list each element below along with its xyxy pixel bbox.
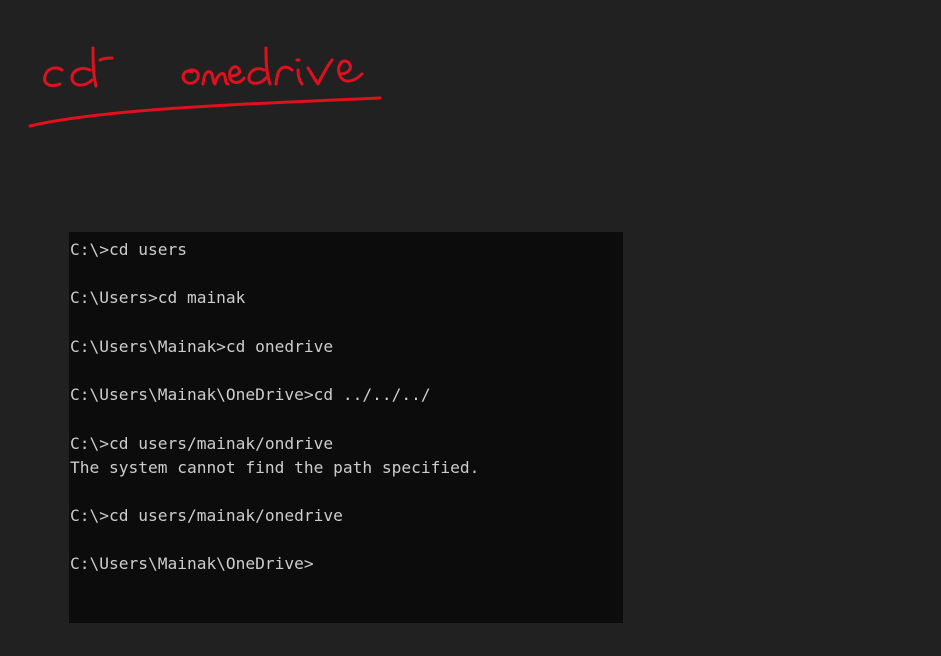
terminal-line: C:\>cd users/mainak/onedrive xyxy=(70,506,343,526)
terminal-line: C:\>cd users xyxy=(70,240,187,259)
handwritten-annotation xyxy=(28,46,382,128)
terminal-line: C:\Users>cd mainak xyxy=(70,288,246,308)
command-prompt-window[interactable]: C:\>cd users C:\Users>cd mainak C:\Users… xyxy=(69,232,623,623)
terminal-prompt-line[interactable]: C:\Users\Mainak\OneDrive> xyxy=(70,552,623,576)
terminal-line: C:\Users\Mainak\OneDrive>cd ../../../ xyxy=(70,385,431,405)
screen: C:\>cd users C:\Users>cd mainak C:\Users… xyxy=(0,0,941,656)
terminal-line: C:\Users\Mainak>cd onedrive xyxy=(70,336,334,356)
terminal-error-line: The system cannot find the path specifie… xyxy=(70,457,480,477)
terminal-line: C:\>cd users/mainak/ondrive xyxy=(70,433,334,453)
